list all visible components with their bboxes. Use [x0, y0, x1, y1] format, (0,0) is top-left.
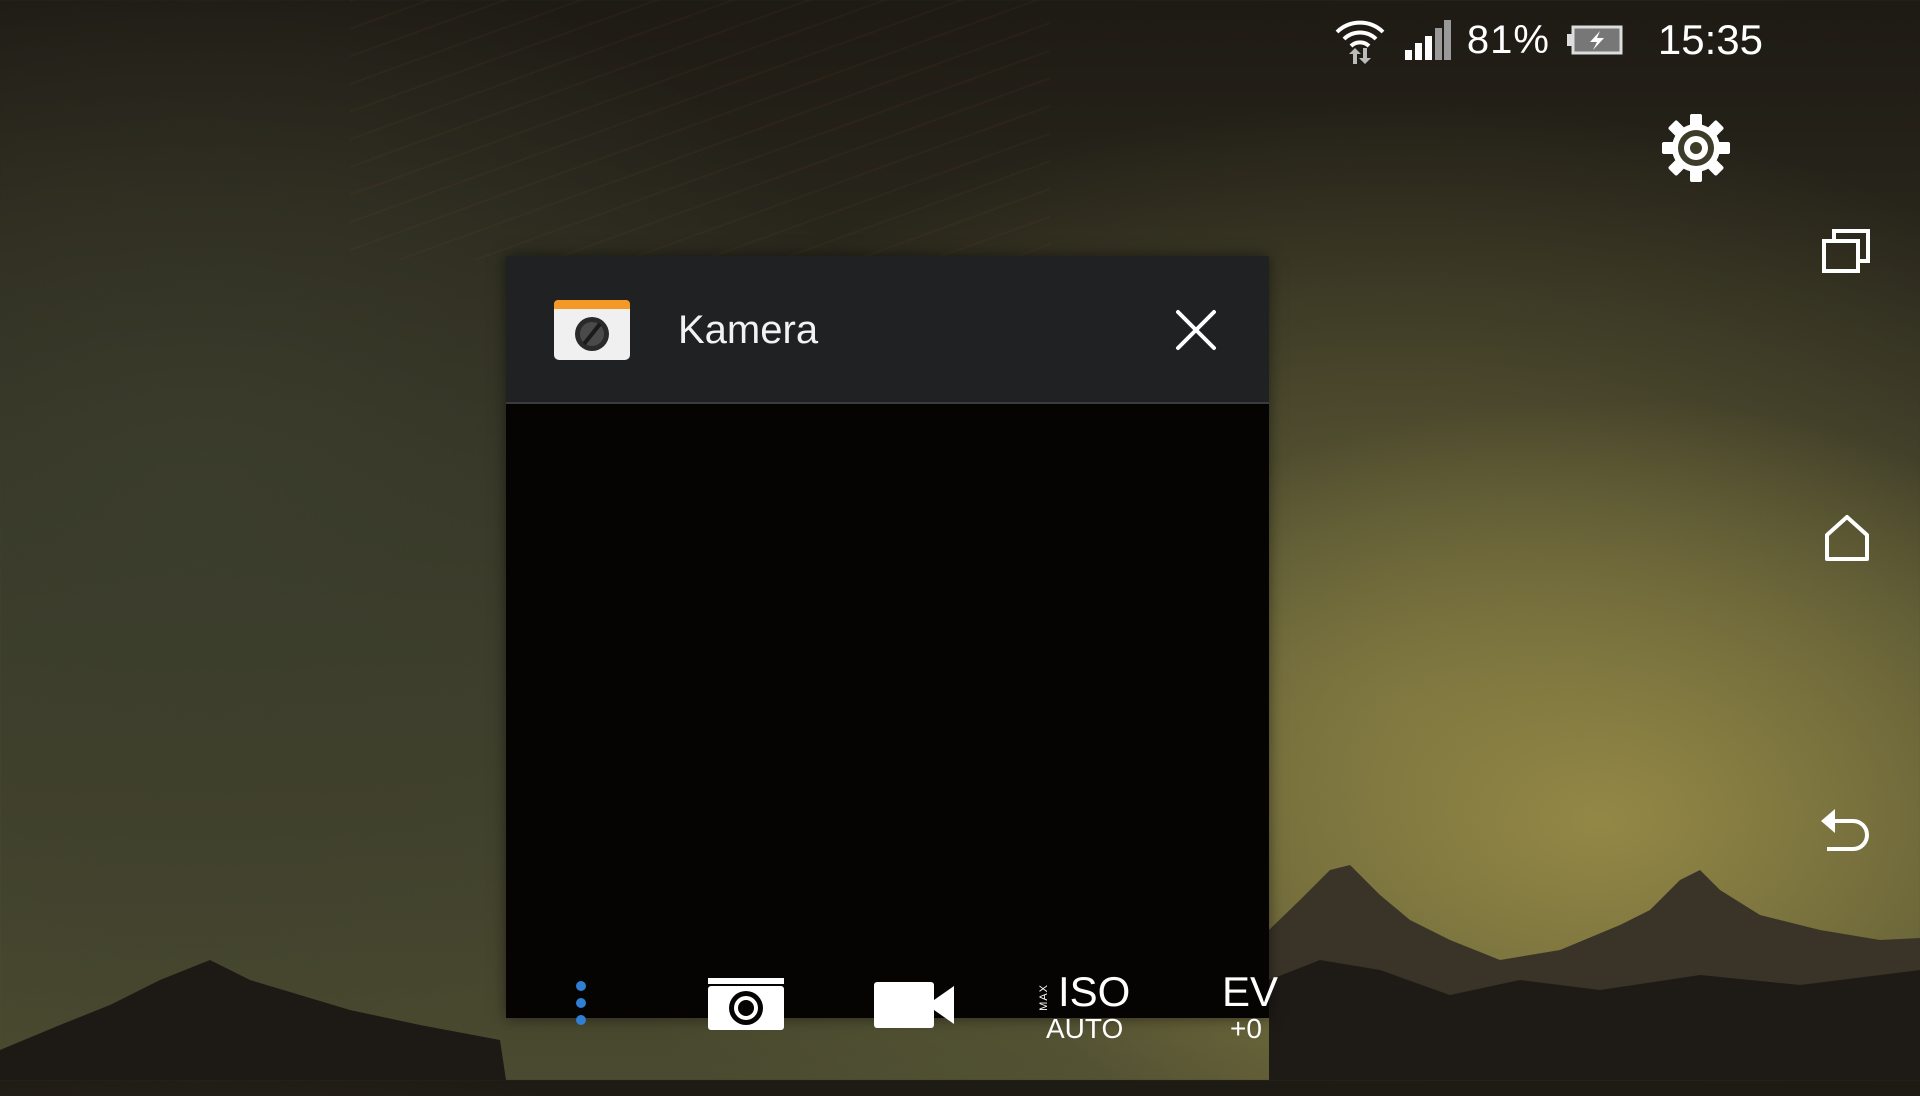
battery-percent: 81% [1466, 17, 1550, 62]
photo-mode-button[interactable] [706, 976, 786, 1036]
ev-value: +0 [1230, 1013, 1262, 1044]
status-bar: 81% 15:35 [1333, 10, 1763, 70]
wallpaper-streaks [350, 0, 1050, 260]
ev-button[interactable]: EV +0 [1222, 976, 1282, 1056]
iso-button[interactable]: MAX ISO AUTO [1038, 970, 1130, 1056]
more-vert-icon [566, 981, 596, 1040]
wifi-icon [1333, 16, 1387, 64]
floating-app-window[interactable]: Kamera MAX ISO AUTO EV +0 [506, 256, 1278, 1044]
video-camera-icon [872, 982, 956, 1036]
gear-icon[interactable] [1660, 112, 1732, 184]
clock: 15:35 [1657, 16, 1763, 63]
ev-label: EV [1222, 976, 1279, 1015]
recents-button[interactable] [1812, 218, 1882, 288]
iso-value: AUTO [1046, 1013, 1124, 1044]
window-header[interactable]: Kamera [506, 256, 1269, 404]
iso-label: ISO [1058, 968, 1131, 1015]
close-button[interactable] [1172, 306, 1220, 354]
window-title: Kamera [678, 308, 819, 352]
recents-icon [1820, 227, 1874, 280]
camera-toolbar: MAX ISO AUTO EV +0 [506, 970, 1278, 1096]
close-icon [1172, 310, 1220, 358]
back-icon [1819, 803, 1875, 858]
battery-charging-icon [1566, 25, 1624, 55]
home-button[interactable] [1812, 505, 1882, 575]
camera-app-icon [554, 300, 630, 360]
camera-icon [706, 978, 786, 1036]
camera-viewfinder[interactable] [506, 404, 1269, 1018]
home-icon [1822, 513, 1872, 568]
signal-icon [1403, 20, 1451, 60]
back-button[interactable] [1812, 795, 1882, 865]
video-mode-button[interactable] [872, 976, 956, 1036]
iso-max-label: MAX [1038, 984, 1050, 1011]
more-options-button[interactable] [566, 976, 596, 1036]
